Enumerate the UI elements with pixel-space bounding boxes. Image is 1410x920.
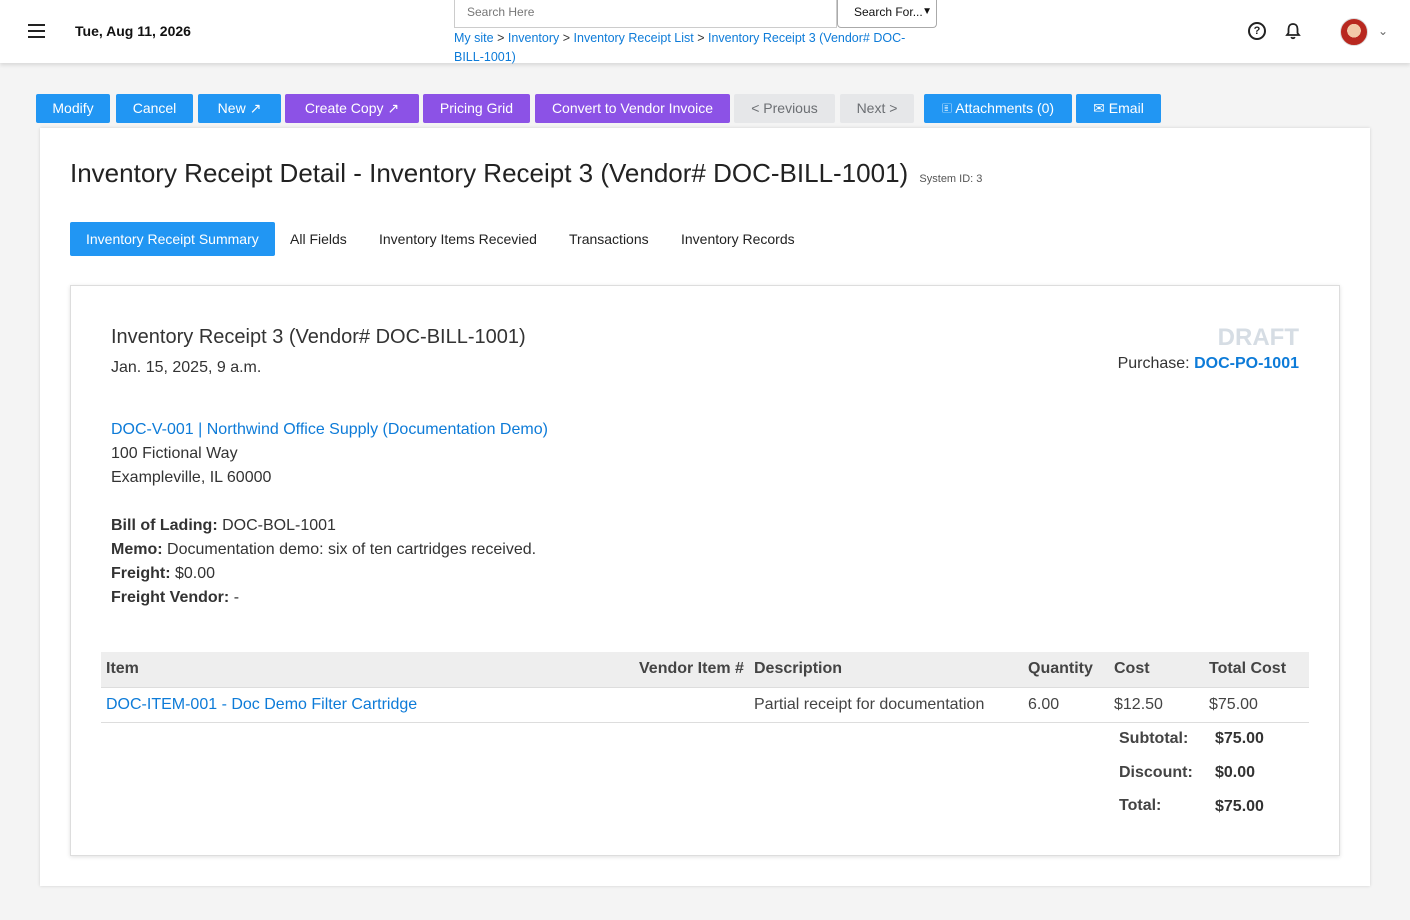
- avatar[interactable]: [1340, 18, 1368, 46]
- bill-of-lading-label: Bill of Lading:: [111, 517, 218, 534]
- chevron-down-icon[interactable]: ⌄: [1378, 24, 1388, 38]
- description-cell: Partial receipt for documentation: [749, 687, 1023, 723]
- total-label: Total:: [1119, 797, 1162, 814]
- column-header: Total Cost: [1204, 652, 1309, 688]
- tab-all-fields[interactable]: All Fields: [274, 222, 363, 256]
- freight-vendor-label: Freight Vendor:: [111, 589, 230, 606]
- freight-value: $0.00: [175, 565, 216, 582]
- menu-icon[interactable]: [28, 24, 45, 39]
- tab-inventory-receipt-summary[interactable]: Inventory Receipt Summary: [70, 222, 275, 256]
- address-line-2: Exampleville, IL 60000: [111, 469, 272, 486]
- search-input[interactable]: Search Here: [454, 0, 837, 28]
- items-table: Item Vendor Item # Description Quantity …: [101, 652, 1309, 723]
- item-link[interactable]: DOC-ITEM-001 - Doc Demo Filter Cartridge: [106, 696, 417, 713]
- chevron-down-icon: ▼: [922, 6, 932, 17]
- modify-button[interactable]: Modify: [36, 94, 110, 123]
- total-cost-cell: $75.00: [1204, 687, 1309, 723]
- cost-cell: $12.50: [1109, 687, 1204, 723]
- discount-value: $0.00: [1215, 764, 1256, 781]
- previous-button[interactable]: < Previous: [734, 94, 835, 123]
- column-header: Vendor Item #: [634, 652, 749, 688]
- create-copy-button[interactable]: Create Copy ↗: [285, 94, 419, 123]
- discount-label: Discount:: [1119, 764, 1193, 781]
- freight-label: Freight:: [111, 565, 171, 582]
- receipt-details: Bill of Lading: DOC-BOL-1001 Memo: Docum…: [111, 514, 536, 610]
- current-date: Tue, Aug 11, 2026: [75, 23, 191, 39]
- address-line-1: 100 Fictional Way: [111, 445, 238, 462]
- breadcrumb-inventory[interactable]: Inventory: [508, 31, 559, 45]
- purchase-link[interactable]: DOC-PO-1001: [1194, 355, 1299, 372]
- column-header: Quantity: [1023, 652, 1109, 688]
- pricing-grid-button[interactable]: Pricing Grid: [423, 94, 530, 123]
- bell-icon[interactable]: [1284, 22, 1302, 40]
- page-title: Inventory Receipt Detail - Inventory Rec…: [70, 158, 982, 189]
- freight-vendor-value: -: [233, 589, 240, 606]
- search-for-label: Search For...: [854, 5, 923, 19]
- vendor-item-cell: [634, 687, 749, 723]
- column-header: Cost: [1109, 652, 1204, 688]
- system-id: System ID: 3: [919, 173, 983, 185]
- cancel-button[interactable]: Cancel: [116, 94, 193, 123]
- tab-inventory-records[interactable]: Inventory Records: [665, 222, 811, 256]
- purchase-info: Purchase: DOC-PO-1001: [1118, 355, 1299, 373]
- vendor-block: DOC-V-001 | Northwind Office Supply (Doc…: [111, 418, 548, 490]
- detail-panel: Inventory Receipt Detail - Inventory Rec…: [40, 128, 1370, 886]
- table-row: DOC-ITEM-001 - Doc Demo Filter Cartridge…: [101, 687, 1309, 723]
- convert-to-vendor-invoice-button[interactable]: Convert to Vendor Invoice: [535, 94, 730, 123]
- email-button[interactable]: ✉ Email: [1076, 94, 1161, 123]
- top-bar: Tue, Aug 11, 2026 Search Here Search For…: [0, 0, 1410, 64]
- column-header: Description: [749, 652, 1023, 688]
- total-value: $75.00: [1215, 798, 1264, 815]
- tab-transactions[interactable]: Transactions: [553, 222, 665, 256]
- help-icon[interactable]: ?: [1248, 22, 1266, 40]
- vendor-link[interactable]: DOC-V-001 | Northwind Office Supply (Doc…: [111, 421, 548, 438]
- receipt-title: Inventory Receipt 3 (Vendor# DOC-BILL-10…: [111, 326, 526, 348]
- tab-inventory-items-received[interactable]: Inventory Items Recevied: [363, 222, 553, 256]
- breadcrumb-receipt-list[interactable]: Inventory Receipt List: [574, 31, 694, 45]
- receipt-date: Jan. 15, 2025, 9 a.m.: [111, 359, 262, 376]
- breadcrumb-my-site[interactable]: My site: [454, 31, 494, 45]
- breadcrumb: My site > Inventory > Inventory Receipt …: [454, 31, 906, 64]
- status-badge: DRAFT: [1217, 324, 1299, 351]
- column-header: Item: [101, 652, 634, 688]
- quantity-cell: 6.00: [1023, 687, 1109, 723]
- next-button[interactable]: Next >: [840, 94, 914, 123]
- search-for-select[interactable]: Search For... ▼: [837, 0, 937, 28]
- purchase-label: Purchase:: [1117, 355, 1190, 372]
- new-button[interactable]: New ↗: [198, 94, 281, 123]
- subtotal-label: Subtotal:: [1119, 730, 1189, 747]
- table-header-row: Item Vendor Item # Description Quantity …: [101, 652, 1309, 688]
- memo-value: Documentation demo: six of ten cartridge…: [167, 541, 537, 558]
- subtotal-value: $75.00: [1215, 730, 1264, 747]
- bill-of-lading-value: DOC-BOL-1001: [222, 517, 336, 534]
- attachments-button[interactable]: 🗉 Attachments (0): [924, 94, 1072, 123]
- page-title-text: Inventory Receipt Detail - Inventory Rec…: [70, 158, 909, 188]
- memo-label: Memo:: [111, 541, 163, 558]
- receipt-summary-card: Inventory Receipt 3 (Vendor# DOC-BILL-10…: [70, 285, 1340, 856]
